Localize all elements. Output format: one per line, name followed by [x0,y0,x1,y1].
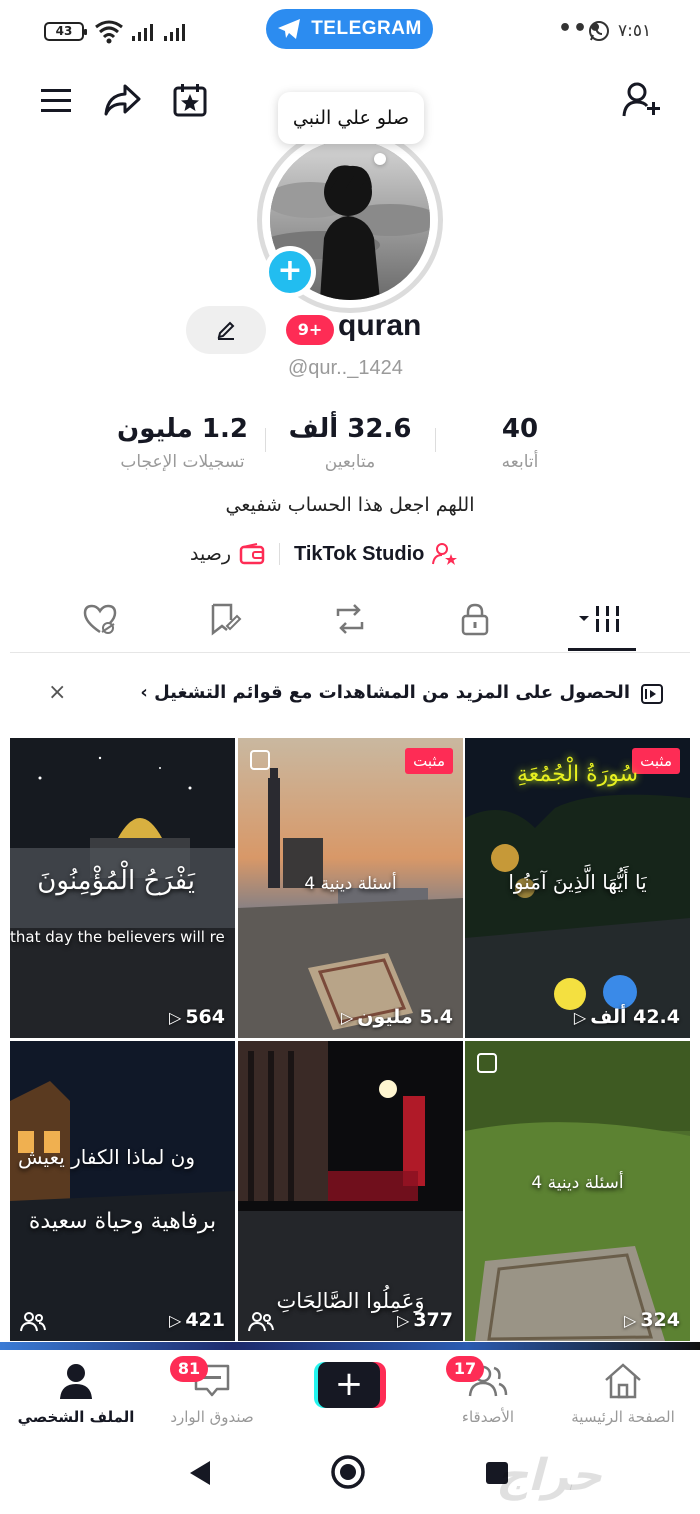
edit-profile-button[interactable] [186,306,266,354]
add-friend-icon[interactable] [622,80,662,120]
video-grid: مثبت سُورَةُ الْجُمُعَةِ يَا أَيُّهَا ال… [10,738,690,1342]
promo-text[interactable]: الحصول على المزيد من المشاهدات مع قوائم … [140,682,630,703]
view-count: ▷ 421 [169,1309,225,1331]
view-count: ▷ 5.4 مليون [340,1006,453,1028]
video-tile[interactable]: وَعَمِلُوا الصَّالِحَاتِ ▷ 377 [238,1041,463,1341]
playlist-icon [641,684,663,704]
link-divider [279,543,281,565]
friends-only-icon [20,1312,46,1332]
video-title: سُورَةُ الْجُمُعَةِ [516,762,639,787]
active-tab-indicator [568,648,636,651]
view-count: ▷ 42.4 ألف [573,1006,680,1028]
following-count[interactable]: 40 [470,414,570,444]
back-icon[interactable] [186,1458,214,1488]
stat-divider [265,428,266,452]
followers-count[interactable]: 32.6 ألف [280,414,420,444]
note-bubble[interactable]: صلو علي النبي [278,92,424,144]
nav-profile[interactable]: الملف الشخصي [6,1362,146,1426]
creator-links-row: رصيد TikTok Studio [190,536,510,572]
nav-profile-label: الملف الشخصي [17,1408,135,1426]
wifi-icon [95,20,123,44]
friends-only-icon [248,1312,274,1332]
likes-label: تسجيلات الإعجاب [120,452,245,472]
nav-home-label: الصفحة الرئيسية [571,1408,675,1426]
close-icon[interactable]: × [48,680,66,705]
view-count: ▷ 324 [624,1309,680,1331]
telegram-label: TELEGRAM [311,18,422,39]
pinned-badge: مثبت [405,748,453,774]
home-button-icon[interactable] [330,1454,366,1490]
add-story-button[interactable]: + [264,246,316,298]
profile-icon [60,1364,92,1399]
video-tile[interactable]: مثبت 4 أسئلة دينية ▷ 5.4 مليون [238,738,463,1038]
video-tile[interactable]: يَفْرَحُ الْمُؤْمِنُونَ that day the bel… [10,738,235,1038]
username: quran [338,309,422,342]
inbox-badge: 81 [170,1356,208,1382]
multi-image-icon [250,750,270,770]
calendar-star-icon[interactable] [170,80,210,120]
tab-liked[interactable] [70,596,130,642]
video-tile[interactable]: مثبت سُورَةُ الْجُمُعَةِ يَا أَيُّهَا ال… [465,738,690,1038]
home-icon [605,1363,641,1399]
nav-inbox[interactable]: 81 صندوق الوارد [142,1356,282,1426]
notification-badge[interactable]: 9+ [286,315,334,345]
tiktok-studio-link[interactable]: TikTok Studio [294,543,424,566]
likes-count[interactable]: 1.2 مليون [100,414,265,444]
tab-saved[interactable] [195,596,255,642]
app-screen: 43 TELEGRAM ••• ٧:٥١ صلو علي النبي + 9+ … [0,0,700,1514]
menu-icon[interactable] [36,80,76,120]
telegram-icon [278,19,301,39]
tab-private[interactable] [445,596,505,642]
video-caption: ون لماذا الكفار يعيش [18,1145,195,1169]
video-caption: 4 أسئلة دينية [304,874,397,894]
nav-home[interactable]: الصفحة الرئيسية [553,1362,693,1426]
plus-icon: + [318,1362,380,1408]
share-icon[interactable] [102,80,142,120]
signal-icon [164,24,185,41]
status-bar: 43 TELEGRAM ••• ٧:٥١ [0,0,700,62]
clock: ٧:٥١ [618,21,652,41]
user-handle[interactable]: @qur.._1424 [288,357,403,380]
bottom-nav: الصفحة الرئيسية 17 الأصدقاء + 81 صندوق ا… [0,1350,700,1434]
telegram-button[interactable]: TELEGRAM [266,9,433,49]
wallet-icon [239,543,265,565]
tabs-divider [10,652,690,653]
whatsapp-icon [589,21,609,41]
video-caption: 4 أسئلة دينية [531,1173,624,1193]
pencil-icon [217,321,235,340]
video-caption-2: برفاهية وحياة سعيدة [28,1209,217,1234]
battery-indicator: 43 [44,22,87,41]
nav-friends[interactable]: 17 الأصدقاء [418,1356,558,1426]
multi-image-icon [477,1053,497,1073]
view-count: ▷ 564 [169,1006,225,1028]
playlist-promo-banner[interactable]: × الحصول على المزيد من المشاهدات مع قوائ… [10,662,690,726]
watermark: حراج [493,1450,613,1501]
followers-label: متابعين [324,452,376,472]
video-caption-en: that day the believers will re [10,928,225,946]
friends-badge: 17 [446,1356,484,1382]
video-tile[interactable]: 4 أسئلة دينية ▷ 324 [465,1041,690,1341]
signal-icon [132,24,153,41]
tab-videos[interactable] [570,596,630,642]
next-row-peek [0,1342,700,1350]
stat-divider [435,428,436,452]
video-caption: يَفْرَحُ الْمُؤْمِنُونَ [37,866,195,896]
view-count: ▷ 377 [397,1309,453,1331]
nav-friends-label: الأصدقاء [461,1408,515,1426]
nav-inbox-label: صندوق الوارد [170,1408,254,1426]
video-caption: يَا أَيُّهَا الَّذِينَ آمَنُوا [508,870,647,894]
video-tile[interactable]: ون لماذا الكفار يعيش برفاهية وحياة سعيدة… [10,1041,235,1341]
creator-star-icon [432,543,458,565]
note-bubble-tail [374,153,386,165]
bio-text: اللهم اجعل هذا الحساب شفيعي [225,494,475,516]
following-label: أتابعه [501,452,539,472]
balance-label[interactable]: رصيد [190,543,231,565]
tab-reposts[interactable] [320,596,380,642]
create-button[interactable]: + [314,1362,386,1408]
